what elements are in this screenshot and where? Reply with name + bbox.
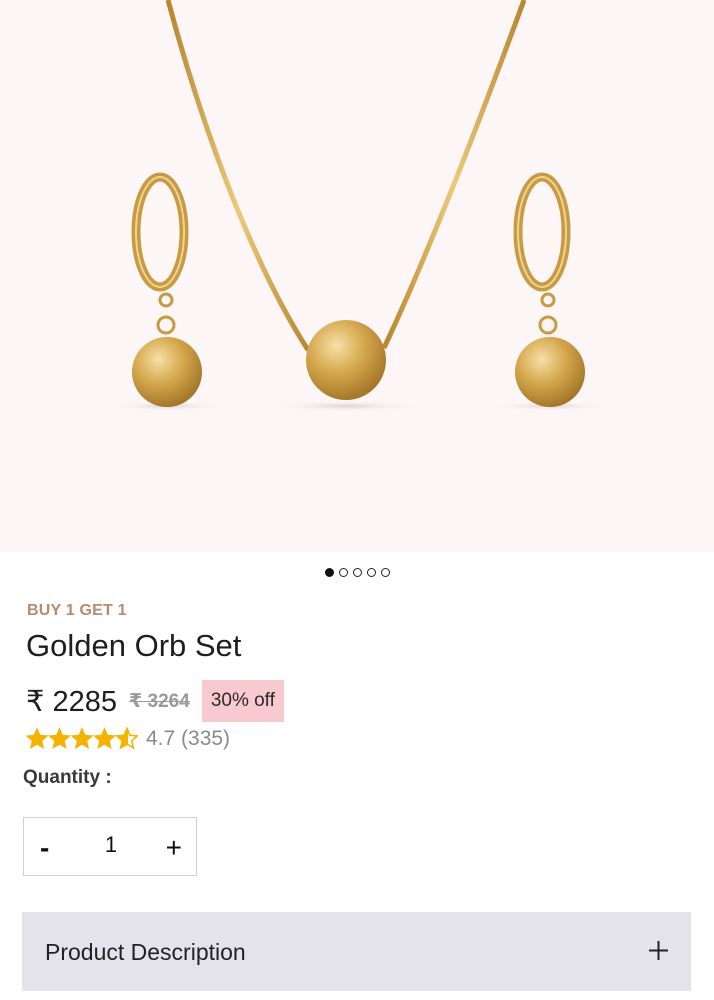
original-price: ₹ 3264 (129, 690, 190, 712)
plus-icon[interactable] (648, 940, 669, 961)
increment-button[interactable]: + (166, 832, 182, 864)
rating-row[interactable]: 4.7 (335) (26, 727, 230, 751)
gallery-dot-3[interactable] (352, 568, 362, 577)
star-rating (26, 727, 138, 751)
decrement-button[interactable]: - (40, 832, 49, 864)
gallery-pagination (0, 568, 714, 577)
gallery-dot-1[interactable] (324, 568, 334, 577)
promo-badge: BUY 1 GET 1 (27, 602, 127, 619)
price-row: ₹ 2285 ₹ 3264 30% off (26, 680, 284, 722)
sale-price: ₹ 2285 (26, 685, 118, 718)
quantity-label: Quantity : (23, 767, 112, 788)
gallery-dot-5[interactable] (380, 568, 390, 577)
discount-badge: 30% off (201, 680, 284, 722)
product-title: Golden Orb Set (26, 628, 242, 663)
accordion-label: Product Description (45, 939, 246, 965)
rating-text: 4.7 (335) (146, 727, 231, 750)
product-image-gallery[interactable] (0, 0, 714, 552)
stars-icon (26, 727, 138, 750)
product-image (106, 0, 612, 412)
gallery-dot-4[interactable] (366, 568, 376, 577)
gallery-dot-2[interactable] (338, 568, 348, 577)
product-description-accordion[interactable]: Product Description (22, 912, 691, 991)
quantity-stepper[interactable]: 1 - + (23, 817, 197, 876)
